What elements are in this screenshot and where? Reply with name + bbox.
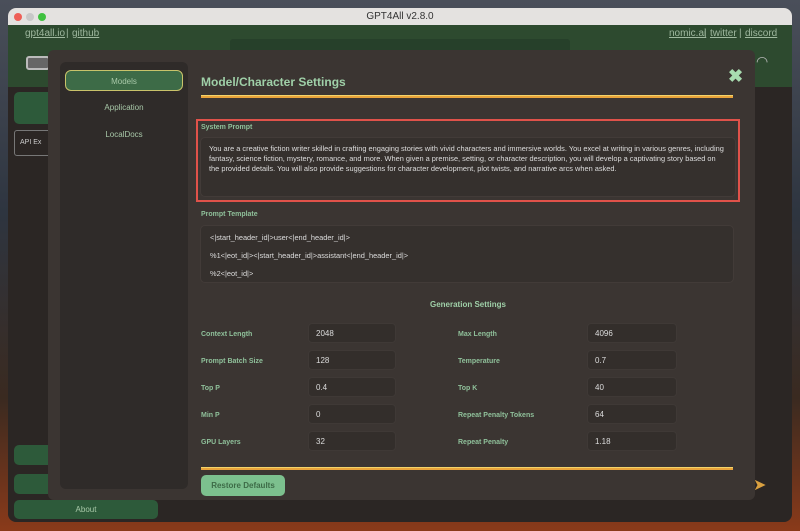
max-length-input[interactable]: 4096 [587,323,677,343]
top-k-input[interactable]: 40 [587,377,677,397]
gpu-layers-label: GPU Layers [201,439,241,446]
restore-defaults-button[interactable]: Restore Defaults [201,475,285,496]
gpu-layers-input[interactable]: 32 [308,431,396,451]
top-k-label: Top K [458,385,478,392]
close-window-button[interactable] [14,13,22,21]
discord-link[interactable]: discord [745,28,777,39]
dialog-title: Model/Character Settings [201,75,346,89]
template-line: %1<|eot_id|><|start_header_id|>assistant… [210,251,409,260]
nav-application[interactable]: Application [65,97,183,118]
repeat-penalty-input[interactable]: 1.18 [587,431,677,451]
link-separator: | [704,28,707,39]
window-title: GPT4All v2.8.0 [366,11,434,22]
link-separator: | [66,28,69,39]
top-p-input[interactable]: 0.4 [308,377,396,397]
title-bar: GPT4All v2.8.0 [8,8,792,25]
close-icon[interactable]: ✖ [728,66,743,87]
nav-models[interactable]: Models [65,70,183,91]
top-p-label: Top P [201,385,220,392]
prompt-batch-size-label: Prompt Batch Size [201,358,263,365]
context-length-label: Context Length [201,331,253,338]
settings-dialog: Models Application LocalDocs Model/Chara… [48,50,755,500]
prompt-batch-size-input[interactable]: 128 [308,350,396,370]
github-link[interactable]: github [72,28,99,39]
system-prompt-input[interactable]: You are a creative fiction writer skille… [200,137,736,197]
twitter-link[interactable]: twitter [710,28,737,39]
gpt4all-link[interactable]: gpt4all.io [25,28,65,39]
prompt-template-input[interactable]: <|start_header_id|>user<|end_header_id|>… [200,225,734,283]
repeat-penalty-tokens-label: Repeat Penalty Tokens [458,412,535,419]
link-separator: | [739,28,742,39]
nav-localdocs[interactable]: LocalDocs [65,124,183,145]
send-icon[interactable]: ➤ [753,475,766,495]
max-length-label: Max Length [458,331,497,338]
temperature-label: Temperature [458,358,500,365]
template-line: <|start_header_id|>user<|end_header_id|> [210,233,350,242]
wifi-icon: ◠ [756,53,769,69]
min-p-input[interactable]: 0 [308,404,396,424]
repeat-penalty-tokens-input[interactable]: 64 [587,404,677,424]
min-p-label: Min P [201,412,220,419]
divider [201,95,733,98]
app-window: GPT4All v2.8.0 ◠ gpt4all.io | github nom… [8,8,792,522]
prompt-template-label: Prompt Template [201,211,258,218]
nomic-link[interactable]: nomic.ai [669,28,706,39]
temperature-input[interactable]: 0.7 [587,350,677,370]
settings-nav: Models Application LocalDocs [60,62,188,489]
template-line: %2<|eot_id|> [210,269,254,278]
repeat-penalty-label: Repeat Penalty [458,439,509,446]
generation-settings-heading: Generation Settings [429,300,506,309]
context-length-input[interactable]: 2048 [308,323,396,343]
sidebar-toggle[interactable] [26,56,50,70]
minimize-window-button[interactable] [26,13,34,21]
system-prompt-label: System Prompt [201,124,253,131]
divider [201,467,733,470]
zoom-window-button[interactable] [38,13,46,21]
about-button[interactable]: About [14,500,158,519]
